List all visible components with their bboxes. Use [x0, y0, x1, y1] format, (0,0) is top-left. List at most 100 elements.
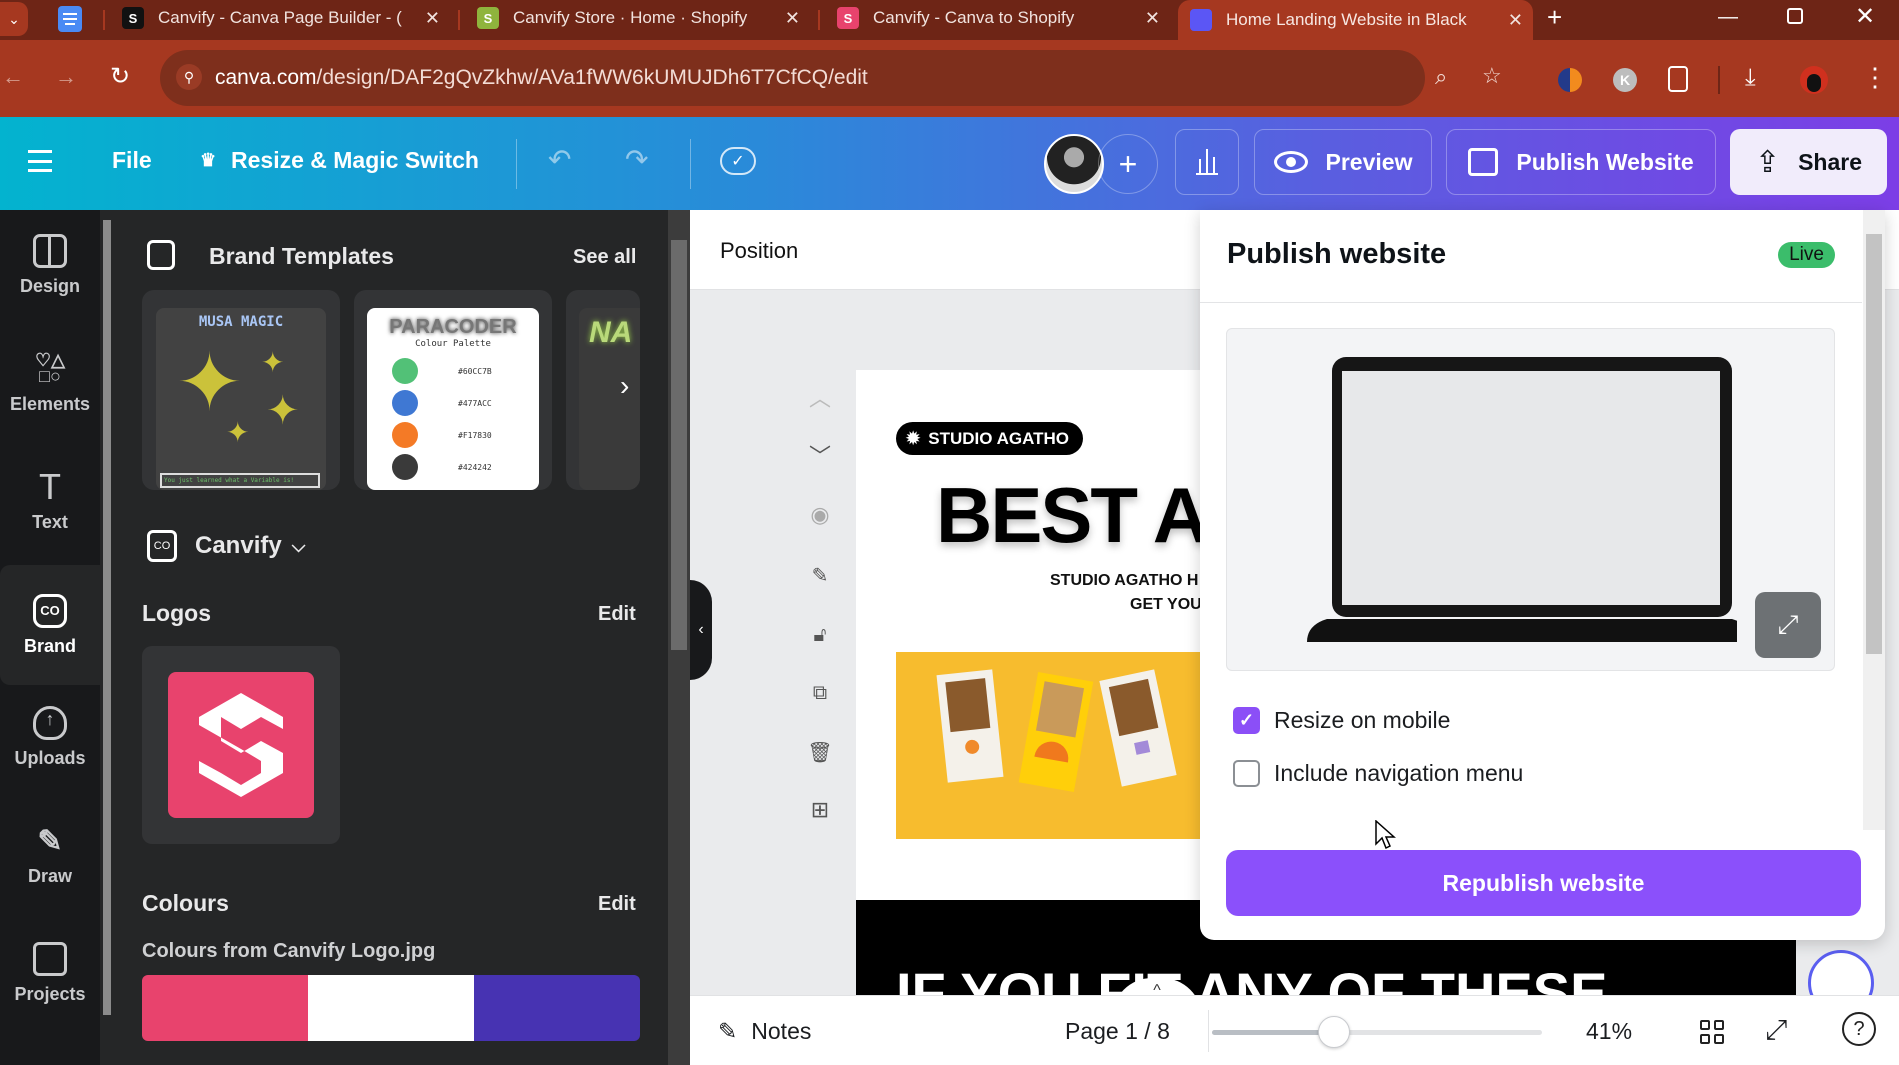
republish-website-button[interactable]: Republish website: [1226, 850, 1861, 916]
extension-icon[interactable]: [1558, 68, 1582, 92]
panel-outer-scrollbar[interactable]: [668, 210, 690, 1065]
colour-swatch[interactable]: [308, 975, 474, 1041]
publish-website-button[interactable]: Publish Website: [1446, 129, 1716, 195]
profile-k-icon[interactable]: K: [1613, 68, 1637, 92]
zoom-page-icon[interactable]: ⌕: [1435, 64, 1447, 90]
move-page-up-icon[interactable]: ︿: [805, 382, 835, 412]
logo-card[interactable]: [142, 646, 340, 844]
resize-on-mobile-checkbox[interactable]: ✓: [1233, 707, 1260, 734]
close-window-icon[interactable]: ✕: [1855, 2, 1875, 31]
colours-edit-button[interactable]: Edit: [598, 893, 636, 916]
brand-kit-selector[interactable]: Canvify ⌵: [195, 532, 305, 560]
notes-button[interactable]: ✎ Notes: [718, 1018, 811, 1045]
close-tab-icon[interactable]: ✕: [425, 8, 440, 29]
product-photo[interactable]: [896, 652, 1236, 839]
bookmark-star-icon[interactable]: ☆: [1482, 63, 1502, 89]
grid-view-icon[interactable]: [1700, 1020, 1724, 1044]
duplicate-page-icon[interactable]: ⧉: [805, 678, 835, 708]
headline-text[interactable]: BEST A: [936, 470, 1209, 561]
add-collaborator-button[interactable]: +: [1098, 134, 1158, 194]
eye-icon: [1273, 151, 1308, 173]
forward-icon[interactable]: →: [55, 64, 77, 90]
browser-tab[interactable]: S Canvify - Canva Page Builder - ( ✕: [110, 0, 450, 36]
page-notes-icon[interactable]: ✎: [805, 560, 835, 590]
share-button[interactable]: ⇪ Share: [1730, 129, 1887, 195]
studio-badge[interactable]: ✹ STUDIO AGATHO: [896, 422, 1083, 455]
site-info-icon[interactable]: ⚲: [176, 64, 202, 90]
include-navigation-checkbox[interactable]: [1233, 760, 1260, 787]
brand-icon: CO: [33, 593, 67, 628]
zoom-slider[interactable]: [1212, 1016, 1542, 1048]
panel-scrollbar[interactable]: [103, 220, 111, 1015]
restore-icon[interactable]: [1787, 8, 1803, 24]
rail-item-design[interactable]: Design: [0, 210, 100, 320]
insights-button[interactable]: [1175, 129, 1239, 195]
colours-source-label: Colours from Canvify Logo.jpg: [142, 940, 436, 962]
close-tab-icon[interactable]: ✕: [785, 8, 800, 29]
crown-icon: ♛: [200, 150, 217, 170]
tab-search-button[interactable]: ⌄: [0, 2, 28, 36]
colour-swatch[interactable]: [474, 975, 640, 1041]
canvify-icon: S: [837, 7, 859, 29]
rail-item-elements[interactable]: ♡△ □○ Elements: [0, 328, 100, 438]
cloud-saved-icon[interactable]: ✓: [720, 147, 756, 175]
browser-tab[interactable]: S Canvify Store · Home · Shopify ✕: [465, 0, 810, 36]
move-page-down-icon[interactable]: ﹀: [805, 440, 835, 470]
lock-page-icon[interactable]: 🔓︎: [805, 620, 835, 650]
rail-item-brand[interactable]: CO Brand: [0, 565, 100, 685]
page-indicator[interactable]: Page 1 / 8: [1065, 1018, 1170, 1045]
canvify-logo: [168, 672, 314, 818]
fullscreen-icon[interactable]: ⤢: [1765, 1014, 1787, 1047]
projects-icon: [33, 941, 67, 976]
url-field[interactable]: ⚲ canva.com/design/DAF2gQvZkhw/AVa1fWW6k…: [160, 50, 1502, 106]
toolbar-divider: [690, 139, 691, 189]
assistant-button[interactable]: [1808, 950, 1874, 995]
main-menu-icon[interactable]: [28, 150, 52, 172]
subheading-text[interactable]: GET YOU: [1130, 596, 1202, 614]
rail-item-text[interactable]: T Text: [0, 446, 100, 556]
subheading-text[interactable]: STUDIO AGATHO H: [1050, 572, 1198, 590]
rail-item-projects[interactable]: Projects: [0, 918, 100, 1028]
delete-page-icon[interactable]: 🗑︎: [805, 737, 835, 767]
help-icon[interactable]: ?: [1842, 1012, 1876, 1046]
resize-magic-switch-button[interactable]: Resize & Magic Switch: [231, 147, 479, 174]
new-tab-button[interactable]: +: [1547, 2, 1562, 33]
chevron-right-icon[interactable]: ›: [620, 370, 629, 402]
minimize-icon[interactable]: —: [1718, 6, 1738, 29]
logos-edit-button[interactable]: Edit: [598, 603, 636, 626]
hide-page-icon[interactable]: ◉: [805, 500, 835, 530]
section-heading[interactable]: IF YOU FIT ANY OF THESE: [896, 960, 1607, 995]
publish-panel-scrollbar[interactable]: [1863, 210, 1885, 830]
reload-icon[interactable]: ↻: [110, 62, 130, 91]
undo-icon[interactable]: ↶: [548, 143, 571, 176]
browser-menu-icon[interactable]: ⋮: [1862, 62, 1888, 93]
zoom-slider-handle[interactable]: [1318, 1016, 1351, 1048]
close-tab-icon[interactable]: ✕: [1508, 10, 1523, 31]
add-page-icon[interactable]: ⊞: [805, 795, 835, 825]
browser-tab-active[interactable]: Home Landing Website in Black ✕: [1178, 0, 1533, 40]
rail-item-uploads[interactable]: ↑ Uploads: [0, 682, 100, 792]
rail-item-draw[interactable]: ✎ Draw: [0, 800, 100, 910]
expand-preview-button[interactable]: ⤢: [1755, 592, 1821, 658]
extensions-puzzle-icon[interactable]: [1668, 66, 1688, 92]
zoom-percent[interactable]: 41%: [1586, 1018, 1632, 1045]
position-button[interactable]: Position: [720, 238, 798, 264]
download-icon[interactable]: ⤓: [1745, 64, 1756, 92]
colour-swatch[interactable]: [142, 975, 308, 1041]
include-navigation-option[interactable]: Include navigation menu: [1233, 760, 1523, 787]
file-menu[interactable]: File: [112, 147, 152, 174]
collaborator-avatar[interactable]: [1044, 134, 1104, 194]
close-tab-icon[interactable]: ✕: [1145, 8, 1160, 29]
template-card[interactable]: MUSA MAGIC ✦ ✦ ✦ ✦ You just learned what…: [142, 290, 340, 490]
website-preview[interactable]: ⤢: [1226, 328, 1835, 671]
collapse-panel-button[interactable]: ‹: [690, 580, 712, 680]
profile-avatar[interactable]: [1800, 66, 1828, 94]
google-docs-tab-icon[interactable]: [58, 6, 82, 32]
see-all-link[interactable]: See all: [573, 246, 636, 269]
resize-on-mobile-option[interactable]: ✓ Resize on mobile: [1233, 707, 1450, 734]
back-icon[interactable]: ←: [2, 64, 24, 90]
redo-icon[interactable]: ↷: [625, 143, 648, 176]
preview-button[interactable]: Preview: [1254, 129, 1432, 195]
browser-tab[interactable]: S Canvify - Canva to Shopify ✕: [825, 0, 1170, 36]
template-card[interactable]: PARACODER Colour Palette #60CC7B #477ACC…: [354, 290, 552, 490]
